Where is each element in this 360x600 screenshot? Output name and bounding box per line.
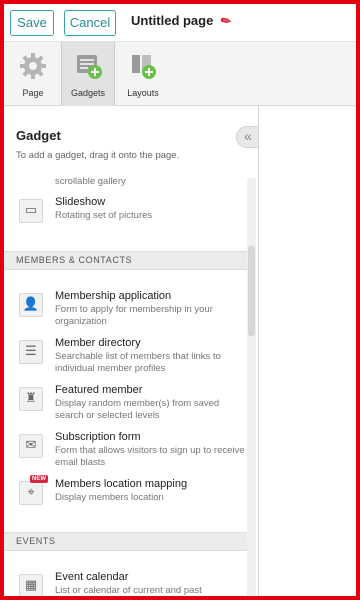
- top-toolbar: Save Cancel Untitled page ✎: [4, 4, 356, 42]
- tab-layouts-label: Layouts: [127, 88, 159, 98]
- gadget-item-featured-member[interactable]: ♜ Featured member Display random member(…: [4, 384, 246, 426]
- gadget-item-member-directory[interactable]: ☰ Member directory Searchable list of me…: [4, 337, 246, 379]
- cancel-button[interactable]: Cancel: [64, 10, 116, 36]
- gadget-name: Featured member: [55, 384, 143, 396]
- gadget-name: Members location mapping: [55, 478, 188, 490]
- calendar-icon: ▦: [19, 574, 43, 596]
- tab-gadgets-label: Gadgets: [70, 88, 106, 98]
- list-icon: ☰: [19, 340, 43, 364]
- tab-page[interactable]: Page: [6, 42, 60, 106]
- gadget-desc: Rotating set of pictures: [55, 210, 153, 221]
- scrollbar-thumb[interactable]: [248, 246, 255, 336]
- gadget-panel: Gadget To add a gadget, drag it onto the…: [4, 106, 258, 596]
- panel-scrollbar[interactable]: [247, 178, 256, 596]
- add-layout-icon: [132, 55, 156, 79]
- gadget-item-membership-application[interactable]: 👤 Membership application Form to apply f…: [4, 290, 246, 332]
- section-header-events: EVENTS: [4, 532, 247, 551]
- envelope-icon: ✉: [19, 434, 43, 458]
- page-title: Untitled page ✎: [131, 12, 234, 29]
- gadget-item-members-location-mapping[interactable]: ⌖ NEW Members location mapping Display m…: [4, 475, 246, 520]
- section-header-members: MEMBERS & CONTACTS: [4, 251, 247, 270]
- gadget-item-subscription-form[interactable]: ✉ Subscription form Form that allows vis…: [4, 431, 246, 473]
- new-badge: NEW: [30, 475, 48, 483]
- gear-icon: [20, 53, 46, 79]
- gadget-item-slideshow[interactable]: ▭ Slideshow Rotating set of pictures: [4, 196, 246, 238]
- gadget-name: Subscription form: [55, 431, 141, 443]
- picture-icon: ▭: [19, 199, 43, 223]
- gadget-name: Event calendar: [55, 571, 129, 583]
- page-canvas[interactable]: [258, 106, 356, 596]
- gadget-desc: Searchable list of members that links to…: [55, 351, 221, 374]
- gadget-desc: List or calendar of current and past: [55, 585, 202, 596]
- chess-piece-icon: ♜: [19, 387, 43, 411]
- gadget-name: Member directory: [55, 337, 141, 349]
- gadget-item-event-calendar[interactable]: ▦ Event calendar List or calendar of cur…: [4, 571, 246, 596]
- tab-gadgets[interactable]: Gadgets: [61, 42, 115, 106]
- page-title-text: Untitled page: [131, 13, 214, 28]
- save-button[interactable]: Save: [10, 10, 54, 36]
- collapse-panel-button[interactable]: «: [236, 126, 258, 148]
- add-person-icon: 👤: [19, 293, 43, 317]
- partial-item-desc: scrollable gallery: [55, 176, 126, 187]
- gadget-desc: Form to apply for membership in your org…: [55, 304, 213, 327]
- add-gadget-icon: [77, 55, 102, 79]
- gadget-name: Membership application: [55, 290, 172, 302]
- panel-title: Gadget: [16, 128, 61, 143]
- map-pin-icon: ⌖: [19, 481, 43, 505]
- tab-layouts[interactable]: Layouts: [116, 42, 170, 106]
- tab-page-label: Page: [22, 88, 44, 98]
- gadget-desc: Form that allows visitors to sign up to …: [55, 445, 245, 468]
- gadget-desc: Display members location: [55, 492, 164, 503]
- panel-subtitle: To add a gadget, drag it onto the page.: [16, 150, 180, 161]
- pencil-icon[interactable]: ✎: [218, 12, 234, 29]
- gadget-name: Slideshow: [55, 196, 106, 208]
- gadget-desc: Display random member(s) from saved sear…: [55, 398, 220, 421]
- mode-tabs: Page Gadgets Layouts: [4, 42, 356, 106]
